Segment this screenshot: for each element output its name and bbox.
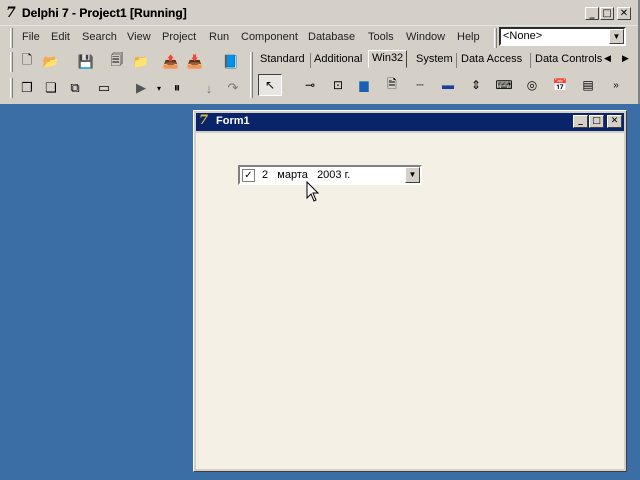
hotkey-icon[interactable]: ⌨	[492, 74, 516, 96]
form-maximize-button[interactable]: □	[589, 115, 604, 128]
menu-project[interactable]: Project	[162, 31, 196, 43]
date-checkbox[interactable]: ✓	[242, 169, 255, 182]
new-form-icon[interactable]: ▭	[93, 78, 115, 98]
save-icon[interactable]: 💾	[75, 52, 97, 72]
add-to-project-icon[interactable]: 📤	[160, 52, 182, 72]
view-unit-icon[interactable]: ❐	[16, 78, 38, 98]
date-day[interactable]: 2	[262, 169, 268, 181]
open-project-icon[interactable]: 📁	[130, 52, 152, 72]
date-value[interactable]: 2 марта 2003 г.	[262, 169, 350, 181]
richedit-icon[interactable]: 🗎	[380, 74, 404, 96]
chevron-down-icon[interactable]: ▼	[609, 29, 624, 44]
view-form-icon[interactable]: ❏	[40, 78, 62, 98]
ide-minimize-button[interactable]: _	[585, 7, 599, 20]
form1-client-area: ✓ 2 марта 2003 г. ▼	[196, 133, 624, 469]
menu-help[interactable]: Help	[457, 31, 480, 43]
remove-from-project-icon[interactable]: 📥	[184, 52, 206, 72]
menu-bar: File Edit Search View Project Run Compon…	[8, 27, 494, 48]
delphi-logo-icon: 7	[199, 113, 209, 128]
save-all-icon[interactable]: 🗐	[106, 52, 128, 72]
date-month[interactable]: марта	[277, 169, 308, 181]
tabcontrol-icon[interactable]: ⊸	[298, 74, 322, 96]
desktop-right-edge	[627, 104, 640, 480]
palette-more-icon[interactable]: »	[604, 74, 628, 96]
new-items-icon[interactable]: 🗋	[16, 52, 38, 72]
toolbar-grip-2[interactable]	[10, 78, 13, 98]
imagelist-icon[interactable]: ▆	[352, 74, 376, 96]
component-palette-tabs: Standard Additional Win32 System Data Ac…	[254, 50, 640, 70]
animate-icon[interactable]: ◎	[520, 74, 544, 96]
step-over-icon[interactable]: ↷	[222, 78, 244, 98]
monthcalendar-icon[interactable]: ▤	[576, 74, 600, 96]
palette-grip[interactable]	[250, 52, 253, 98]
menu-view[interactable]: View	[127, 31, 151, 43]
tab-win32[interactable]: Win32	[368, 50, 408, 68]
combo-grip[interactable]	[494, 28, 497, 48]
chevron-down-icon[interactable]: ▼	[405, 167, 420, 183]
tab-standard[interactable]: Standard	[260, 53, 305, 65]
datetimepicker-icon[interactable]: 📅	[548, 74, 572, 96]
updown-icon[interactable]: ⇕	[464, 74, 488, 96]
tab-scroll-right-icon[interactable]: ▶	[622, 53, 629, 64]
pause-icon[interactable]: ⏸	[166, 78, 188, 98]
delphi-logo-icon: 7	[6, 5, 16, 21]
desktop-combo-value: <None>	[503, 30, 543, 42]
date-time-picker[interactable]: ✓ 2 марта 2003 г. ▼	[238, 165, 422, 185]
ide-title-bar: 7 Delphi 7 - Project1 [Running] _ □ ✕	[0, 0, 638, 26]
form1-caption: Form1	[216, 115, 250, 127]
help-icon[interactable]: 📘	[220, 52, 242, 72]
component-palette: ↖ ⊸ ⊡ ▆ 🗎 ┈ ▬ ⇕ ⌨ ◎ 📅 ▤ »	[254, 70, 640, 100]
tab-system[interactable]: System	[416, 53, 453, 65]
menu-component[interactable]: Component	[241, 31, 298, 43]
open-icon[interactable]: 📂	[40, 52, 62, 72]
trackbar-icon[interactable]: ┈	[408, 74, 432, 96]
date-year[interactable]: 2003 г.	[317, 169, 350, 181]
trace-into-icon[interactable]: ↓	[198, 78, 220, 98]
pagecontrol-icon[interactable]: ⊡	[326, 74, 350, 96]
menu-file[interactable]: File	[22, 31, 40, 43]
tab-additional[interactable]: Additional	[314, 53, 362, 65]
tab-scroll-left-icon[interactable]: ◀	[604, 53, 611, 64]
menu-search[interactable]: Search	[82, 31, 117, 43]
menu-database[interactable]: Database	[308, 31, 355, 43]
desktop-combo[interactable]: <None> ▼	[499, 27, 626, 46]
ide-maximize-button[interactable]: □	[600, 7, 614, 20]
tab-data-controls[interactable]: Data Controls	[535, 53, 602, 65]
delphi-ide-window: 7 Delphi 7 - Project1 [Running] _ □ ✕ Fi…	[0, 0, 640, 104]
ide-title-project: Delphi 7 - Project1	[22, 6, 127, 20]
menu-run[interactable]: Run	[209, 31, 229, 43]
pointer-tool-icon[interactable]: ↖	[258, 74, 282, 96]
ide-close-button[interactable]: ✕	[617, 7, 631, 20]
toggle-form-unit-icon[interactable]: ⧉	[64, 78, 86, 98]
menu-window[interactable]: Window	[406, 31, 445, 43]
menu-tools[interactable]: Tools	[368, 31, 394, 43]
mouse-cursor-icon	[306, 181, 320, 202]
progressbar-icon[interactable]: ▬	[436, 74, 460, 96]
form1-window: 7 Form1 _ □ ✕ ✓ 2 марта 2003 г. ▼	[193, 110, 627, 472]
form-close-button[interactable]: ✕	[607, 115, 622, 128]
toolbar-grip-1[interactable]	[10, 52, 13, 72]
form1-title-bar[interactable]: 7 Form1 _ □ ✕	[196, 113, 624, 131]
tab-data-access[interactable]: Data Access	[461, 53, 522, 65]
ide-title: Delphi 7 - Project1 [Running]	[22, 6, 187, 20]
form-minimize-button[interactable]: _	[573, 115, 588, 128]
ide-title-state: [Running]	[130, 6, 187, 20]
menu-edit[interactable]: Edit	[51, 31, 70, 43]
